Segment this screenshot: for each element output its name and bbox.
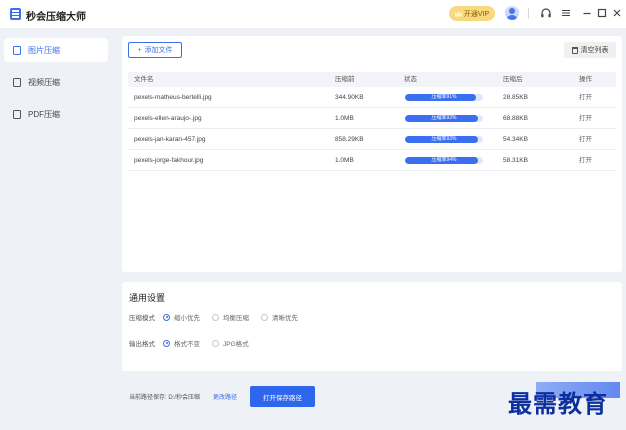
radio-dot (261, 313, 268, 321)
table-row: pexels-ellen-araujo-.jpg 1.0MB 压缩率93% 68… (128, 108, 616, 129)
app-logo-icon (10, 8, 21, 20)
file-name: pexels-ellen-araujo-.jpg (134, 115, 202, 122)
output-format-label: 输出格式 (129, 341, 155, 348)
progress-bar: 压缩率93% (405, 115, 483, 122)
open-file-link[interactable]: 打开 (579, 87, 592, 108)
table-header: 文件名 压缩前 状态 压缩后 操作 (128, 72, 616, 87)
open-file-link[interactable]: 打开 (579, 108, 592, 129)
compress-mode-row: 压缩模式 缩小优先 均衡压缩 清晰优先 (129, 312, 310, 322)
headset-icon[interactable] (540, 7, 552, 19)
radio-label: 均衡压缩 (223, 315, 249, 322)
sidebar-item-video-compress[interactable]: 视频压缩 (4, 70, 108, 94)
vip-button[interactable]: 开通VIP (449, 6, 495, 21)
app-title: 秒会压缩大师 (26, 12, 86, 23)
change-path-link[interactable]: 更改路径 (213, 392, 237, 401)
add-file-button[interactable]: + 添加文件 (128, 42, 182, 58)
plus-icon: + (137, 46, 142, 54)
radio-dot (163, 313, 170, 321)
radio-dot (212, 313, 219, 321)
vip-label: 开通VIP (463, 10, 490, 18)
watermark: 最需教育 (508, 380, 620, 418)
sidebar-item-label: 视频压缩 (28, 77, 60, 87)
watermark-text: 最需教育 (508, 389, 608, 418)
save-path: 当前路径保存: D:/秒会压缩 (129, 392, 200, 401)
open-file-link[interactable]: 打开 (579, 129, 592, 150)
sidebar-item-pdf-compress[interactable]: PDF压缩 (4, 102, 108, 126)
size-after: 68.88KB (503, 115, 528, 122)
size-after: 28.85KB (503, 94, 528, 101)
header-after: 压缩后 (503, 76, 523, 83)
save-path-prefix: 当前路径保存: (129, 395, 167, 401)
sidebar-item-label: 图片压缩 (28, 45, 60, 55)
progress-text: 压缩率91% (431, 94, 457, 100)
radio-label: 格式不变 (174, 341, 200, 348)
pdf-icon (13, 109, 21, 119)
add-file-label: 添加文件 (144, 47, 173, 54)
radio-smaller-first[interactable]: 缩小优先 (163, 312, 200, 322)
table-row: pexels-matheus-bertelli.jpg 344.90KB 压缩率… (128, 87, 616, 108)
size-before: 1.0MB (335, 157, 354, 164)
sidebar-item-label: PDF压缩 (28, 109, 60, 119)
output-format-row: 输出格式 格式不变 JPG格式 (129, 338, 261, 348)
open-file-link[interactable]: 打开 (579, 150, 592, 171)
table-body: pexels-matheus-bertelli.jpg 344.90KB 压缩率… (128, 87, 616, 171)
radio-label: JPG格式 (223, 341, 249, 348)
file-name: pexels-jorge-fakhour.jpg (134, 157, 204, 164)
radio-clarity-first[interactable]: 清晰优先 (261, 312, 298, 322)
radio-dot (212, 339, 219, 347)
trash-icon (571, 46, 578, 54)
menu-icon[interactable] (560, 7, 572, 19)
size-after: 58.31KB (503, 157, 528, 164)
radio-label: 清晰优先 (272, 315, 298, 322)
progress-bar: 压缩率93% (405, 136, 483, 143)
progress-text: 压缩率93% (431, 136, 457, 142)
open-save-path-button[interactable]: 打开保存路径 (250, 386, 315, 407)
avatar[interactable] (505, 6, 519, 20)
progress-bar: 压缩率91% (405, 94, 483, 101)
size-after: 54.34KB (503, 136, 528, 143)
progress-bar: 压缩率94% (405, 157, 483, 164)
progress-text: 压缩率94% (431, 157, 457, 163)
size-before: 1.0MB (335, 115, 354, 122)
header-operation: 操作 (579, 76, 592, 83)
header-filename: 文件名 (134, 76, 154, 83)
clear-list-label: 清空列表 (580, 47, 609, 54)
file-list-panel: + 添加文件 清空列表 文件名 压缩前 状态 压缩后 操作 pexels-mat… (122, 36, 622, 272)
crown-icon (454, 10, 462, 17)
close-icon[interactable] (611, 7, 623, 19)
sidebar: 图片压缩 视频压缩 PDF压缩 (0, 28, 116, 430)
compress-mode-label: 压缩模式 (129, 315, 155, 322)
title-bar: 秒会压缩大师 开通VIP (0, 0, 626, 28)
video-icon (13, 77, 21, 87)
radio-jpg-format[interactable]: JPG格式 (212, 338, 249, 348)
minimize-icon[interactable] (581, 7, 593, 19)
radio-balanced[interactable]: 均衡压缩 (212, 312, 249, 322)
save-path-value: D:/秒会压缩 (168, 395, 201, 401)
image-icon (13, 45, 21, 55)
table-row: pexels-jan-karan-457.jpg 858.29KB 压缩率93%… (128, 129, 616, 150)
titlebar-divider (528, 8, 529, 19)
file-name: pexels-jan-karan-457.jpg (134, 136, 206, 143)
general-settings-panel: 通用设置 压缩模式 缩小优先 均衡压缩 清晰优先 输出格式 格式不变 JPG格式 (122, 282, 622, 371)
clear-list-button[interactable]: 清空列表 (564, 42, 616, 58)
progress-text: 压缩率93% (431, 115, 457, 121)
header-status: 状态 (404, 76, 417, 83)
table-row: pexels-jorge-fakhour.jpg 1.0MB 压缩率94% 58… (128, 150, 616, 171)
sidebar-item-image-compress[interactable]: 图片压缩 (4, 38, 108, 62)
size-before: 858.29KB (335, 136, 364, 143)
maximize-icon[interactable] (596, 7, 608, 19)
size-before: 344.90KB (335, 94, 364, 101)
radio-dot (163, 339, 170, 347)
radio-label: 缩小优先 (174, 315, 200, 322)
file-name: pexels-matheus-bertelli.jpg (134, 94, 212, 101)
header-before: 压缩前 (335, 76, 355, 83)
settings-title: 通用设置 (129, 293, 166, 303)
radio-keep-format[interactable]: 格式不变 (163, 338, 200, 348)
